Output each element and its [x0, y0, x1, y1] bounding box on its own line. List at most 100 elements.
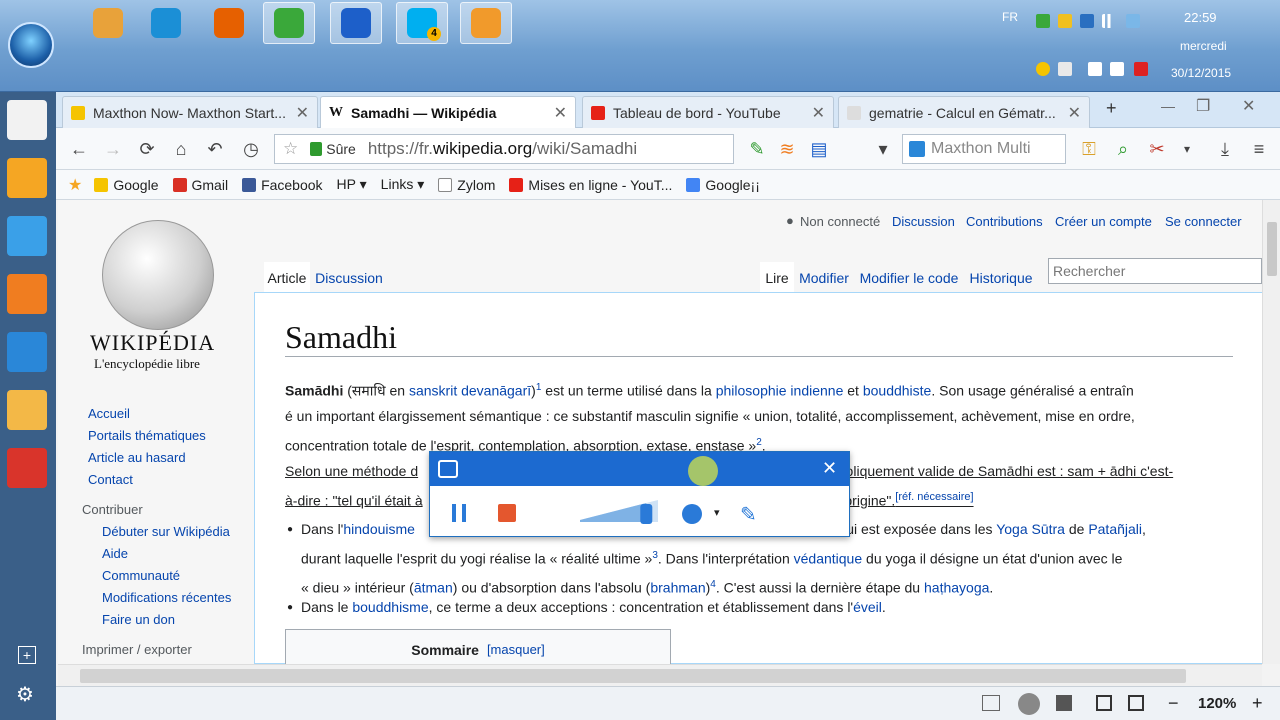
split-view-icon[interactable]	[1128, 695, 1144, 711]
logo-title[interactable]: WIKIPÉDIA	[90, 330, 215, 356]
close-icon[interactable]: ✕	[554, 103, 567, 123]
zoom-level[interactable]: 120%	[1198, 695, 1236, 712]
star-bookmark-icon[interactable]: ☆	[283, 139, 298, 159]
chevron-down-icon[interactable]: ▾	[714, 506, 720, 519]
taskbar-app[interactable]: 4	[396, 2, 448, 44]
close-window-button[interactable]: ✕	[1242, 96, 1255, 116]
sidebar-link[interactable]: Contact	[88, 472, 133, 487]
start-button[interactable]	[8, 22, 54, 68]
audio-level-slider[interactable]	[580, 494, 664, 528]
bookmark-item[interactable]: Zylom	[438, 177, 495, 193]
sidebar-link[interactable]: Faire un don	[102, 612, 175, 627]
sidebar-link[interactable]: Débuter sur Wikipédia	[102, 524, 230, 539]
taskbar-app[interactable]	[330, 2, 382, 44]
bookmark-item[interactable]: Google¡¡	[686, 177, 760, 193]
star-icon[interactable]	[7, 158, 47, 198]
page-tab-lire[interactable]: Lire	[760, 262, 794, 292]
language-indicator[interactable]: FR	[1002, 10, 1018, 24]
contributions-link[interactable]: Contributions	[966, 214, 1043, 229]
close-icon[interactable]: ✕	[296, 103, 309, 123]
action-center-icon[interactable]	[1134, 62, 1148, 76]
taskbar-app[interactable]	[263, 2, 315, 44]
create-account-link[interactable]: Créer un compte	[1055, 214, 1152, 229]
link-yoga-sutra[interactable]: Yoga Sūtra	[996, 521, 1065, 537]
signal-icon[interactable]	[1102, 14, 1116, 28]
vertical-scrollbar[interactable]	[1262, 200, 1280, 664]
scrollbar-thumb[interactable]	[80, 669, 1186, 683]
volume-icon[interactable]	[1056, 695, 1072, 711]
page-tab-discussion[interactable]: Discussion	[310, 262, 388, 292]
link-patanjali[interactable]: Patañjali	[1088, 521, 1142, 537]
search-engine-icon[interactable]	[909, 141, 925, 157]
fullscreen-icon[interactable]	[1096, 695, 1112, 711]
smiley-icon[interactable]	[7, 100, 47, 140]
bookmark-item[interactable]: Google	[94, 177, 159, 193]
search-input[interactable]: Maxthon Multi	[902, 134, 1066, 164]
scrollbar-thumb[interactable]	[1267, 222, 1277, 276]
sidebar-link[interactable]: Modifications récentes	[102, 590, 231, 605]
undo-close-icon[interactable]: ↶	[204, 138, 226, 160]
update-tray-icon[interactable]	[1036, 62, 1050, 76]
taskbar-app[interactable]	[140, 2, 192, 44]
sidebar-link[interactable]: Accueil	[88, 406, 130, 421]
page-tab-modifier-le-code[interactable]: Modifier le code	[856, 262, 962, 292]
link-philosophie[interactable]: philosophie indienne	[716, 383, 844, 399]
add-panel-icon[interactable]: +	[18, 646, 36, 664]
warning-tray-icon[interactable]	[1058, 14, 1072, 28]
toc-toggle[interactable]: [masquer]	[487, 642, 545, 664]
stop-button[interactable]	[498, 504, 516, 522]
bookmark-item[interactable]: Links ▾	[381, 176, 425, 193]
close-icon[interactable]: ✕	[812, 103, 825, 123]
rss-icon[interactable]	[7, 274, 47, 314]
screenshot-icon[interactable]: ✂	[1146, 138, 1168, 160]
close-icon[interactable]: ✕	[822, 458, 837, 479]
pen-icon[interactable]: ✎	[740, 502, 757, 527]
sidebar-link[interactable]: Portails thématiques	[88, 428, 206, 443]
pause-button[interactable]	[452, 504, 466, 522]
bookmark-item[interactable]: Facebook	[242, 177, 323, 193]
chevron-down-icon[interactable]: ▾	[872, 138, 894, 160]
rss-icon[interactable]: ≋	[776, 138, 798, 160]
page-tab-article[interactable]: Article	[264, 262, 310, 292]
gear-icon[interactable]: ⚙	[16, 682, 34, 707]
activity-icon[interactable]	[982, 695, 1000, 711]
zoom-in-button[interactable]: +	[1252, 693, 1263, 714]
adblock-icon[interactable]	[1018, 693, 1040, 715]
battery-icon[interactable]	[1110, 62, 1124, 76]
bookmark-item[interactable]: HP ▾	[337, 176, 367, 193]
horizontal-scrollbar[interactable]	[58, 664, 1262, 686]
clock-date[interactable]: 30/12/2015	[1171, 66, 1231, 80]
sidebar-link[interactable]: Aide	[102, 546, 128, 561]
sidebar-link[interactable]: Communauté	[102, 568, 180, 583]
network-adapter-icon[interactable]	[1126, 14, 1140, 28]
page-tab-historique[interactable]: Historique	[964, 262, 1038, 292]
gamepad-icon[interactable]	[7, 448, 47, 488]
tab-1[interactable]: Maxthon Now- Maxthon Start... ✕	[62, 96, 318, 128]
tab-4[interactable]: gematrie - Calcul en Gématr... ✕	[838, 96, 1090, 128]
bookmark-item[interactable]: Mises en ligne - YouT...	[509, 177, 672, 193]
address-bar[interactable]: ☆ Sûre https://fr. wikipedia.org/wiki/Sam…	[274, 134, 734, 164]
clock-time[interactable]: 22:59	[1184, 10, 1217, 25]
sidebar-link[interactable]: Article au hasard	[88, 450, 186, 465]
history-icon[interactable]: ◷	[240, 138, 262, 160]
link-bouddhisme[interactable]: bouddhisme	[352, 599, 428, 615]
webcam-icon[interactable]	[682, 504, 702, 524]
wiki-search-input[interactable]: Rechercher	[1048, 258, 1262, 284]
tools-icon[interactable]	[7, 332, 47, 372]
favorites-star-icon[interactable]: ★	[68, 175, 82, 195]
link-eveil[interactable]: éveil	[853, 599, 882, 615]
home-icon[interactable]: ⌂	[170, 138, 192, 160]
reader-mode-icon[interactable]: ▤	[808, 138, 830, 160]
tab-2[interactable]: W Samadhi — Wikipédia ✕	[320, 96, 576, 128]
restore-button[interactable]: ❐	[1196, 96, 1210, 116]
chevron-down-icon[interactable]: ▾	[1176, 138, 1198, 160]
discussion-link[interactable]: Discussion	[892, 214, 955, 229]
menu-icon[interactable]: ≡	[1248, 138, 1270, 160]
close-icon[interactable]: ✕	[1068, 103, 1081, 123]
download-icon[interactable]	[7, 216, 47, 256]
link-atman[interactable]: ātman	[414, 579, 453, 595]
forward-icon[interactable]: →	[102, 138, 124, 160]
tab-3[interactable]: Tableau de bord - YouTube ✕	[582, 96, 834, 128]
magnifier-icon[interactable]: ⌕	[1112, 138, 1134, 160]
taskbar-app[interactable]	[82, 2, 134, 44]
